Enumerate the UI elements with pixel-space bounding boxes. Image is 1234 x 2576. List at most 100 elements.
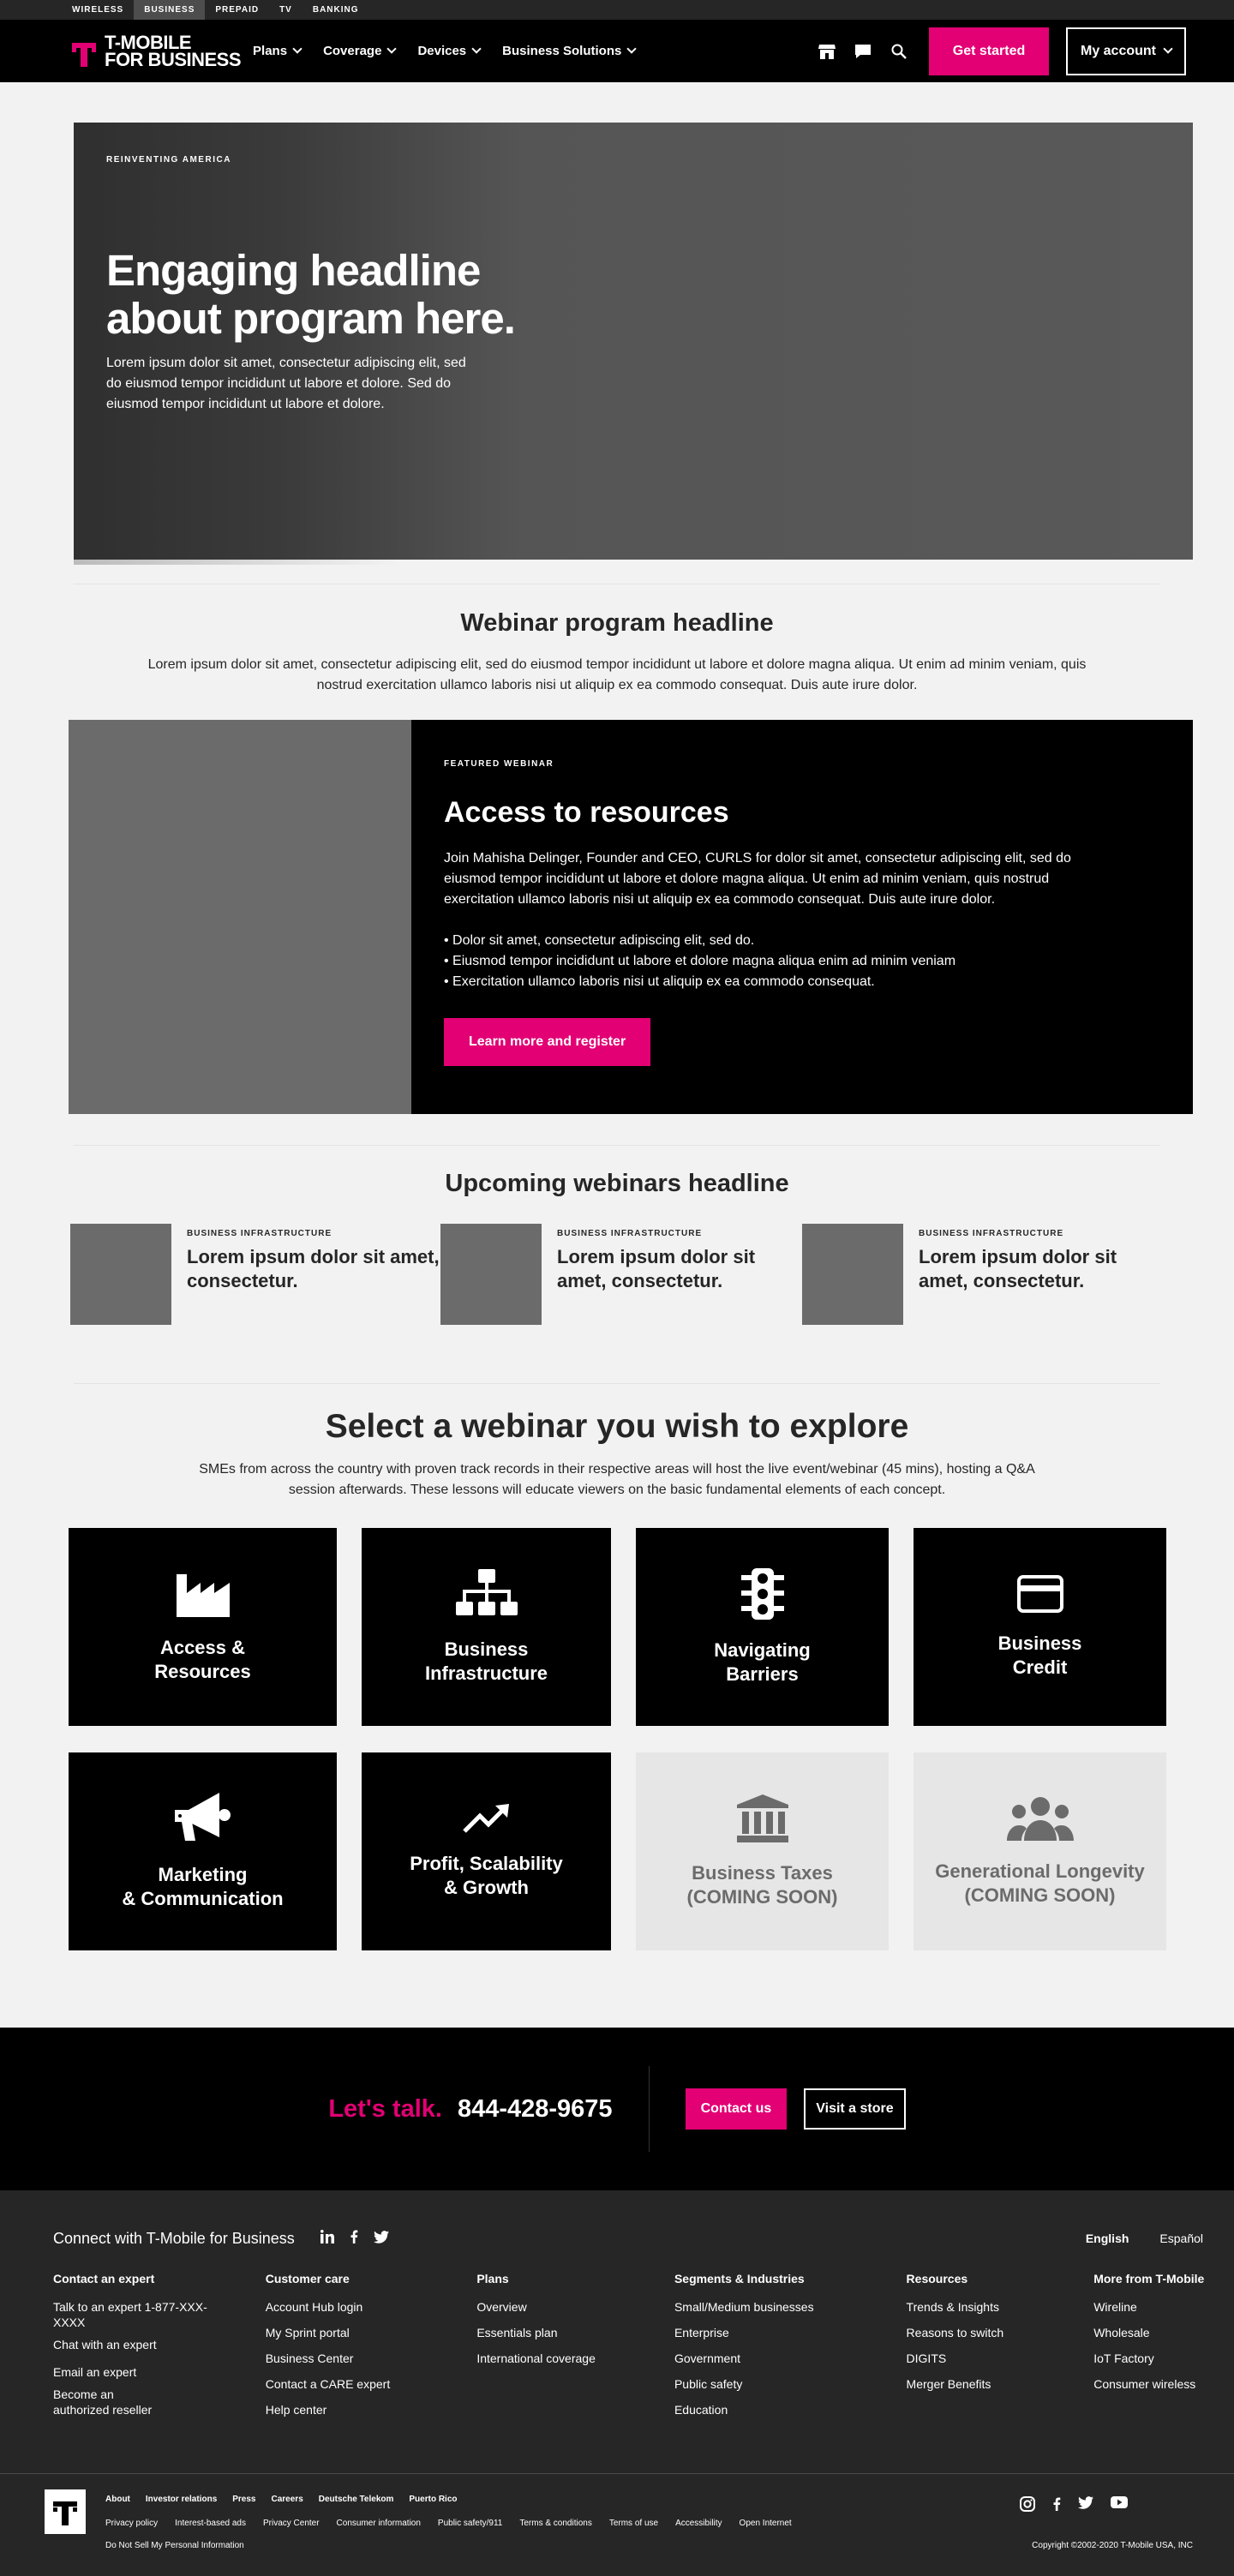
footer-link[interactable]: Education <box>674 2402 907 2417</box>
footer-link[interactable]: Trends & Insights <box>907 2299 1094 2315</box>
legal-link[interactable]: Open Internet <box>740 2519 792 2528</box>
legal-link[interactable]: Careers <box>272 2495 303 2504</box>
topbar-banking[interactable]: BANKING <box>303 0 369 20</box>
footer-link[interactable]: Wholesale <box>1093 2325 1213 2340</box>
webinar-topic-grid: Access & Resources Business Infrastructu… <box>69 1528 1166 1950</box>
brand-logo[interactable]: T-MOBILE FOR BUSINESS <box>72 33 242 69</box>
footer-link[interactable]: Government <box>674 2351 907 2366</box>
store-icon[interactable] <box>818 42 836 61</box>
topbar-wireless[interactable]: WIRELESS <box>62 0 134 20</box>
topbar-tv[interactable]: TV <box>269 0 303 20</box>
nav-business-solutions[interactable]: Business Solutions <box>502 44 638 58</box>
learn-more-register-button[interactable]: Learn more and register <box>444 1018 651 1066</box>
legal-link[interactable]: Investor relations <box>146 2495 217 2504</box>
nav-plans[interactable]: Plans <box>253 44 303 58</box>
footer-link[interactable]: Talk to an expert 1-877-XXX-XXXX <box>53 2299 214 2330</box>
topic-card-access-resources[interactable]: Access & Resources <box>69 1528 337 1726</box>
footer-link[interactable]: Contact a CARE expert <box>266 2376 477 2392</box>
footer-link[interactable]: Business Center <box>266 2351 477 2366</box>
topic-line-2: (COMING SOON) <box>964 1884 1116 1906</box>
t-logo-icon[interactable] <box>45 2489 86 2534</box>
legal-link[interactable]: Privacy policy <box>105 2519 158 2528</box>
footer-link[interactable]: Merger Benefits <box>907 2376 1094 2392</box>
linkedin-icon[interactable] <box>320 2230 334 2248</box>
contact-us-button[interactable]: Contact us <box>685 2088 788 2130</box>
footer-link[interactable]: Become an authorized reseller <box>53 2387 173 2417</box>
twitter-icon[interactable] <box>373 2230 389 2248</box>
footer-link[interactable]: IoT Factory <box>1093 2351 1213 2366</box>
phone-number-link[interactable]: 844-428-9675 <box>458 2095 613 2124</box>
topic-card-marketing-communication[interactable]: Marketing & Communication <box>69 1752 337 1950</box>
legal-link[interactable]: Puerto Rico <box>409 2495 457 2504</box>
lets-talk-banner: Let's talk. 844-428-9675 Contact us Visi… <box>0 2028 1234 2190</box>
legal-link[interactable]: Terms of use <box>609 2519 658 2528</box>
legal-link[interactable]: Privacy Center <box>263 2519 320 2528</box>
upcoming-webinar-card[interactable]: BUSINESS INFRASTRUCTURE Lorem ipsum dolo… <box>802 1224 1162 1325</box>
footer-col-title: Customer care <box>265 2272 350 2285</box>
webinar-title: Lorem ipsum dolor sit amet, consectetur. <box>557 1246 756 1291</box>
legal-link[interactable]: Deutsche Telekom <box>319 2495 394 2504</box>
webinar-thumbnail <box>70 1224 171 1325</box>
legal-link[interactable]: Terms & conditions <box>519 2519 591 2528</box>
chat-icon[interactable] <box>854 42 872 61</box>
factory-icon <box>176 1573 230 1617</box>
footer-link[interactable]: Wireline <box>1093 2299 1213 2315</box>
topic-line-1: Access & <box>159 1636 246 1658</box>
visit-store-button[interactable]: Visit a store <box>804 2088 906 2130</box>
upcoming-webinar-card[interactable]: BUSINESS INFRASTRUCTURE Lorem ipsum dolo… <box>70 1224 440 1325</box>
megaphone-icon <box>174 1792 231 1841</box>
footer-link[interactable]: Overview <box>476 2299 674 2315</box>
my-account-label: My account <box>1080 43 1156 58</box>
topic-card-generational-longevity[interactable]: Generational Longevity (COMING SOON) <box>914 1752 1166 1950</box>
nav-coverage[interactable]: Coverage <box>323 44 398 58</box>
get-started-button[interactable]: Get started <box>929 27 1049 75</box>
topbar-business[interactable]: BUSINESS <box>134 0 206 20</box>
topic-card-business-taxes[interactable]: Business Taxes (COMING SOON) <box>636 1752 889 1950</box>
footer-link[interactable]: Enterprise <box>674 2325 907 2340</box>
twitter-icon[interactable] <box>1078 2496 1093 2516</box>
footer-link[interactable]: Public safety <box>674 2376 907 2392</box>
footer-link[interactable]: Chat with an expert <box>53 2337 214 2352</box>
upcoming-webinar-card[interactable]: BUSINESS INFRASTRUCTURE Lorem ipsum dolo… <box>440 1224 802 1325</box>
facebook-icon[interactable] <box>1052 2496 1061 2516</box>
select-headline: Select a webinar you wish to explore <box>325 1408 909 1445</box>
hero-headline: Engaging headline about program here. <box>106 246 516 343</box>
nav-devices[interactable]: Devices <box>417 44 482 58</box>
footer-link[interactable]: Small/Medium businesses <box>674 2299 907 2315</box>
bank-icon <box>736 1794 788 1842</box>
footer-link[interactable]: Reasons to switch <box>907 2325 1094 2340</box>
topic-card-profit-scalability[interactable]: Profit, Scalability & Growth <box>362 1752 611 1950</box>
legal-link[interactable]: Accessibility <box>675 2519 722 2528</box>
trend-up-icon <box>462 1803 509 1833</box>
topic-line-2: & Communication <box>122 1887 284 1909</box>
facebook-icon[interactable] <box>350 2230 358 2248</box>
do-not-sell-link[interactable]: Do Not Sell My Personal Information <box>105 2541 244 2550</box>
footer-link[interactable]: International coverage <box>476 2351 674 2366</box>
people-icon <box>1006 1796 1074 1841</box>
search-icon[interactable] <box>890 42 908 61</box>
youtube-icon[interactable] <box>1111 2496 1128 2516</box>
footer-link[interactable]: My Sprint portal <box>266 2325 477 2340</box>
legal-link[interactable]: Consumer information <box>337 2519 421 2528</box>
language-espanol[interactable]: Español <box>1159 2232 1203 2245</box>
legal-link[interactable]: About <box>105 2495 130 2504</box>
topic-card-business-credit[interactable]: Business Credit <box>914 1528 1166 1726</box>
copyright-text: Copyright ©2002-2020 T-Mobile USA, INC <box>1032 2541 1193 2550</box>
nav-business-solutions-label: Business Solutions <box>502 44 622 58</box>
topic-card-business-infrastructure[interactable]: Business Infrastructure <box>362 1528 611 1726</box>
footer-link[interactable]: Help center <box>266 2402 477 2417</box>
footer-link[interactable]: DIGITS <box>907 2351 1094 2366</box>
legal-link[interactable]: Public safety/911 <box>438 2519 502 2528</box>
my-account-button[interactable]: My account <box>1066 27 1186 75</box>
footer-link[interactable]: Email an expert <box>53 2364 214 2380</box>
footer-link[interactable]: Essentials plan <box>476 2325 674 2340</box>
legal-link[interactable]: Press <box>232 2495 255 2504</box>
language-english[interactable]: English <box>1086 2232 1129 2245</box>
legal-link[interactable]: Interest-based ads <box>175 2519 246 2528</box>
topbar-prepaid[interactable]: PREPAID <box>205 0 269 20</box>
topic-card-navigating-barriers[interactable]: Navigating Barriers <box>636 1528 889 1726</box>
footer-link[interactable]: Consumer wireless <box>1093 2376 1213 2392</box>
instagram-icon[interactable] <box>1020 2496 1035 2516</box>
footer-link[interactable]: Account Hub login <box>266 2299 477 2315</box>
upcoming-webinars-section: Upcoming webinars headline BUSINESS INFR… <box>0 1146 1234 1325</box>
